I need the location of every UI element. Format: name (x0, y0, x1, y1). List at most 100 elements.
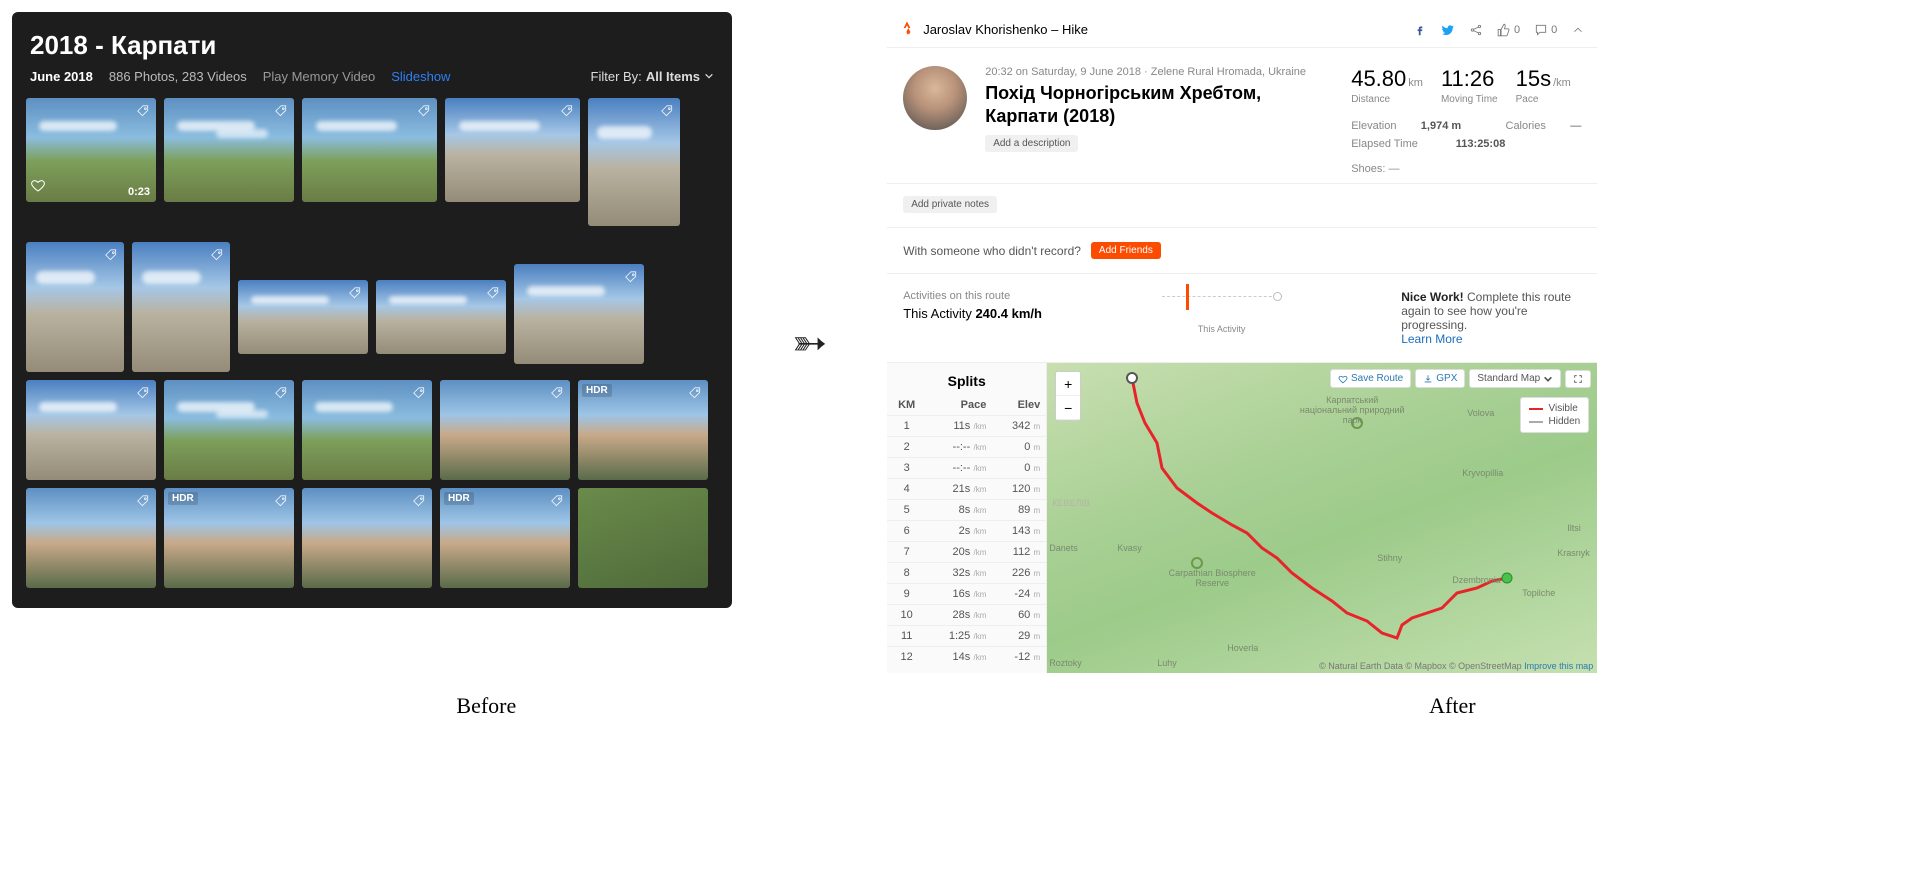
learn-more-link[interactable]: Learn More (1401, 332, 1462, 346)
split-row[interactable]: 62s /km143 m (887, 521, 1046, 542)
tag-icon (484, 284, 502, 302)
tag-icon (102, 246, 120, 264)
chevron-down-icon (704, 69, 714, 84)
avatar[interactable] (903, 66, 967, 130)
strava-header: Jaroslav Khorishenko – Hike 0 0 (887, 12, 1597, 48)
add-description-button[interactable]: Add a description (985, 135, 1078, 152)
activity-marker (1162, 290, 1282, 320)
tag-icon (272, 384, 290, 402)
tag-icon (134, 102, 152, 120)
tag-icon (134, 384, 152, 402)
tag-icon (410, 384, 428, 402)
split-row[interactable]: 1028s /km60 m (887, 605, 1046, 626)
tag-icon (410, 492, 428, 510)
notes-section: Add private notes (887, 184, 1597, 228)
add-friends-button[interactable]: Add Friends (1091, 242, 1161, 259)
share-icon[interactable] (1469, 23, 1483, 37)
photo-thumb[interactable] (440, 380, 570, 480)
friends-row: With someone who didn't record? Add Frie… (887, 228, 1597, 274)
photo-thumb[interactable] (445, 98, 580, 202)
video-duration: 0:23 (128, 186, 150, 198)
album-title: 2018 - Карпати (30, 30, 714, 61)
tag-icon (272, 102, 290, 120)
photo-thumb[interactable] (514, 264, 644, 364)
split-row[interactable]: 916s /km-24 m (887, 584, 1046, 605)
distance-value: 45.80 (1351, 66, 1406, 91)
kudos-button[interactable]: 0 (1497, 23, 1520, 37)
photo-grid: 0:23 HDR HDR HDR (26, 98, 718, 588)
route-progress: Activities on this route This Activity 2… (887, 274, 1597, 363)
after-caption: After (1429, 693, 1475, 719)
split-row[interactable]: 1214s /km-12 m (887, 647, 1046, 668)
arrow-icon: ➳ (792, 318, 827, 367)
comments-button[interactable]: 0 (1534, 23, 1557, 37)
split-row[interactable]: 421s /km120 m (887, 479, 1046, 500)
route-value: 240.4 km/h (975, 306, 1042, 321)
filter-value: All Items (646, 69, 700, 84)
album-counts: 886 Photos, 283 Videos (109, 69, 247, 84)
photo-thumb[interactable] (132, 242, 230, 372)
friends-text: With someone who didn't record? (903, 244, 1081, 258)
photo-thumb[interactable] (588, 98, 680, 226)
split-row[interactable]: 720s /km112 m (887, 542, 1046, 563)
split-row[interactable]: 58s /km89 m (887, 500, 1046, 521)
photo-thumb[interactable]: HDR (440, 488, 570, 588)
photo-thumb[interactable] (164, 98, 294, 202)
photo-thumb[interactable] (26, 488, 156, 588)
activity-title: Похід Чорногірським Хребтом, Карпати (20… (985, 82, 1333, 127)
splits-panel: Splits KM Pace Elev 111s /km342 m2--:-- … (887, 363, 1047, 673)
activity-timestamp: 20:32 on Saturday, 9 June 2018 · Zelene … (985, 66, 1333, 78)
moving-time-value: 11:26 (1441, 66, 1494, 91)
hdr-badge: HDR (168, 492, 198, 505)
filter-dropdown[interactable]: Filter By: All Items (591, 69, 714, 84)
hdr-badge: HDR (582, 384, 612, 397)
facebook-icon[interactable] (1413, 23, 1427, 37)
elapsed-value: 113:25:08 (1456, 138, 1506, 150)
collapse-icon[interactable] (1571, 23, 1585, 37)
tag-icon (208, 246, 226, 264)
photo-thumb[interactable] (302, 488, 432, 588)
twitter-icon[interactable] (1441, 23, 1455, 37)
photo-thumb[interactable] (376, 280, 506, 354)
nice-work-text: Nice Work! Complete this route again to … (1401, 290, 1581, 346)
split-row[interactable]: 2--:-- /km0 m (887, 437, 1046, 458)
route-header: Activities on this route (903, 290, 1042, 302)
split-row[interactable]: 111s /km342 m (887, 416, 1046, 437)
photo-thumb[interactable] (26, 242, 124, 372)
photo-thumb[interactable] (302, 380, 432, 480)
activity-summary: 20:32 on Saturday, 9 June 2018 · Zelene … (887, 48, 1597, 184)
tag-icon (548, 384, 566, 402)
filter-label: Filter By: (591, 69, 642, 84)
photo-thumb[interactable] (302, 98, 437, 202)
video-thumb[interactable]: 0:23 (26, 98, 156, 202)
photo-thumb[interactable] (238, 280, 368, 354)
tag-icon (558, 102, 576, 120)
photo-thumb[interactable] (26, 380, 156, 480)
map-attribution: © Natural Earth Data © Mapbox © OpenStre… (1319, 661, 1593, 671)
split-row[interactable]: 3--:-- /km0 m (887, 458, 1046, 479)
tag-icon (415, 102, 433, 120)
tag-icon (658, 102, 676, 120)
tag-icon (346, 284, 364, 302)
tag-icon (622, 268, 640, 286)
strava-app: Jaroslav Khorishenko – Hike 0 0 20:32 on… (887, 12, 1597, 673)
split-row[interactable]: 832s /km226 m (887, 563, 1046, 584)
tag-icon (686, 384, 704, 402)
improve-map-link[interactable]: Improve this map (1524, 661, 1593, 671)
slideshow-link[interactable]: Slideshow (391, 69, 450, 84)
photos-app: 2018 - Карпати June 2018 886 Photos, 283… (12, 12, 732, 608)
favorite-icon[interactable] (30, 177, 46, 198)
play-memory-link[interactable]: Play Memory Video (263, 69, 375, 84)
stats-block: 45.80kmDistance 11:26Moving Time 15s/kmP… (1351, 66, 1581, 175)
hdr-badge: HDR (444, 492, 474, 505)
splits-title: Splits (887, 363, 1046, 395)
photo-thumb[interactable]: HDR (164, 488, 294, 588)
photo-thumb[interactable] (578, 488, 708, 588)
photo-thumb[interactable]: HDR (578, 380, 708, 480)
split-row[interactable]: 111:25 /km29 m (887, 626, 1046, 647)
add-notes-button[interactable]: Add private notes (903, 196, 997, 213)
photo-thumb[interactable] (164, 380, 294, 480)
map-view[interactable]: + − Save Route GPX Standard Map Visible … (1047, 363, 1597, 673)
album-meta: June 2018 886 Photos, 283 Videos Play Me… (30, 69, 714, 84)
album-date: June 2018 (30, 69, 93, 84)
